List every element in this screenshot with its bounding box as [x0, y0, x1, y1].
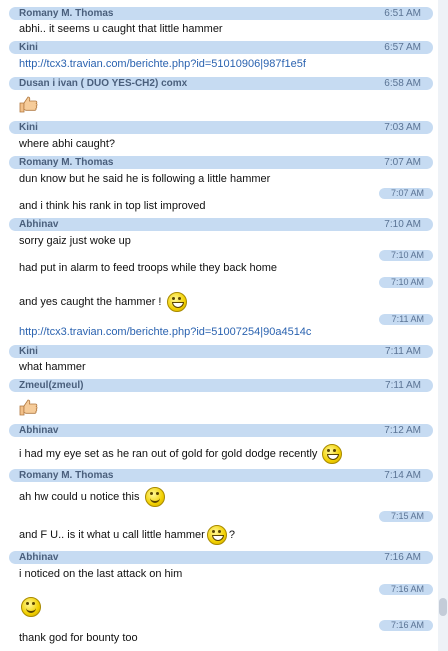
- message-text: had put in alarm to feed troops while th…: [19, 262, 278, 274]
- message-header: Romany M. Thomas 6:51 AM: [9, 7, 433, 20]
- timestamp: 6:57 AM: [384, 42, 421, 53]
- timestamp: 7:16 AM: [384, 552, 421, 563]
- continuation-header: 7:16 AM: [379, 584, 433, 595]
- message-header: Kini 7:03 AM: [9, 121, 433, 134]
- timestamp: 6:51 AM: [384, 8, 421, 19]
- timestamp: 7:11 AM: [391, 314, 424, 324]
- timestamp: 7:07 AM: [390, 188, 424, 198]
- timestamp: 7:07 AM: [384, 157, 421, 168]
- message-line: and yes caught the hammer !: [19, 292, 189, 313]
- grin-icon: [322, 444, 343, 465]
- sender-name: Romany M. Thomas: [19, 157, 114, 168]
- message-line: [19, 597, 43, 617]
- smile-icon: [144, 487, 165, 508]
- message-header: Abhinav 7:12 AM: [9, 424, 433, 437]
- message-header: Kini 7:11 AM: [9, 345, 433, 358]
- continuation-header: 7:07 AM: [379, 188, 433, 199]
- sender-name: Zmeul(zmeul): [19, 380, 84, 391]
- timestamp: 7:12 AM: [384, 425, 421, 436]
- sender-name: Dusan i ivan ( DUO YES-CH2) comx: [19, 78, 188, 89]
- timestamp: 7:11 AM: [385, 380, 421, 391]
- grin-icon: [206, 525, 227, 546]
- chat-transcript: Romany M. Thomas 6:51 AM abhi.. it seems…: [0, 0, 448, 651]
- message-text: abhi.. it seems u caught that little ham…: [19, 23, 223, 35]
- continuation-header: 7:16 AM: [379, 620, 433, 631]
- timestamp: 7:10 AM: [390, 250, 424, 260]
- timestamp: 6:58 AM: [384, 78, 421, 89]
- continuation-header: 7:15 AM: [379, 511, 433, 522]
- message-text: and yes caught the hammer !: [19, 296, 162, 308]
- message-header: Zmeul(zmeul) 7:11 AM: [9, 379, 433, 392]
- continuation-header: 7:11 AM: [379, 314, 433, 325]
- message-text: where abhi caught?: [19, 138, 116, 150]
- sender-name: Kini: [19, 122, 38, 133]
- message-link[interactable]: http://tcx3.travian.com/berichte.php?id=…: [19, 326, 311, 338]
- message-line: and F U.. is it what u call little hamme…: [19, 525, 235, 546]
- continuation-header: 7:10 AM: [379, 277, 433, 288]
- timestamp: 7:16 AM: [390, 620, 424, 630]
- sender-name: Romany M. Thomas: [19, 470, 114, 481]
- timestamp: 7:10 AM: [384, 219, 421, 230]
- smile-icon: [21, 597, 41, 617]
- message-header: Abhinav 7:10 AM: [9, 218, 433, 231]
- message-text-suffix: ?: [228, 529, 235, 541]
- timestamp: 7:11 AM: [385, 346, 421, 357]
- sender-name: Abhinav: [19, 425, 59, 436]
- message-text: i noticed on the last attack on him: [19, 568, 183, 580]
- sender-name: Kini: [19, 42, 38, 53]
- message-header: Kini 6:57 AM: [9, 41, 433, 54]
- timestamp: 7:10 AM: [390, 277, 424, 287]
- timestamp: 7:15 AM: [390, 511, 424, 521]
- message-text: ah hw could u notice this: [19, 491, 140, 503]
- message-text: what hammer: [19, 361, 86, 373]
- timestamp: 7:03 AM: [384, 122, 421, 133]
- message-text: and i think his rank in top list improve…: [19, 200, 206, 212]
- message-link[interactable]: http://tcx3.travian.com/berichte.php?id=…: [19, 58, 306, 70]
- timestamp: 7:14 AM: [384, 470, 421, 481]
- grin-icon: [166, 292, 187, 313]
- message-text: thank god for bounty too: [19, 632, 138, 644]
- message-header: Romany M. Thomas 7:14 AM: [9, 469, 433, 482]
- scrollbar-thumb[interactable]: [439, 598, 447, 616]
- thumbs-up-icon: [19, 399, 38, 416]
- message-header: Abhinav 7:16 AM: [9, 551, 433, 564]
- message-line: i had my eye set as he ran out of gold f…: [19, 444, 344, 465]
- message-text: and F U.. is it what u call little hamme…: [19, 529, 205, 541]
- continuation-header: 7:10 AM: [379, 250, 433, 261]
- message-header: Dusan i ivan ( DUO YES-CH2) comx 6:58 AM: [9, 77, 433, 90]
- sender-name: Abhinav: [19, 219, 59, 230]
- message-header: Romany M. Thomas 7:07 AM: [9, 156, 433, 169]
- message-line: ah hw could u notice this: [19, 487, 167, 508]
- message-text: sorry gaiz just woke up: [19, 235, 131, 247]
- thumbs-up-icon: [19, 96, 38, 113]
- vertical-scrollbar[interactable]: [438, 0, 448, 651]
- sender-name: Kini: [19, 346, 38, 357]
- timestamp: 7:16 AM: [390, 584, 424, 594]
- message-text: dun know but he said he is following a l…: [19, 173, 271, 185]
- sender-name: Abhinav: [19, 552, 59, 563]
- message-text: i had my eye set as he ran out of gold f…: [19, 448, 318, 460]
- sender-name: Romany M. Thomas: [19, 8, 114, 19]
